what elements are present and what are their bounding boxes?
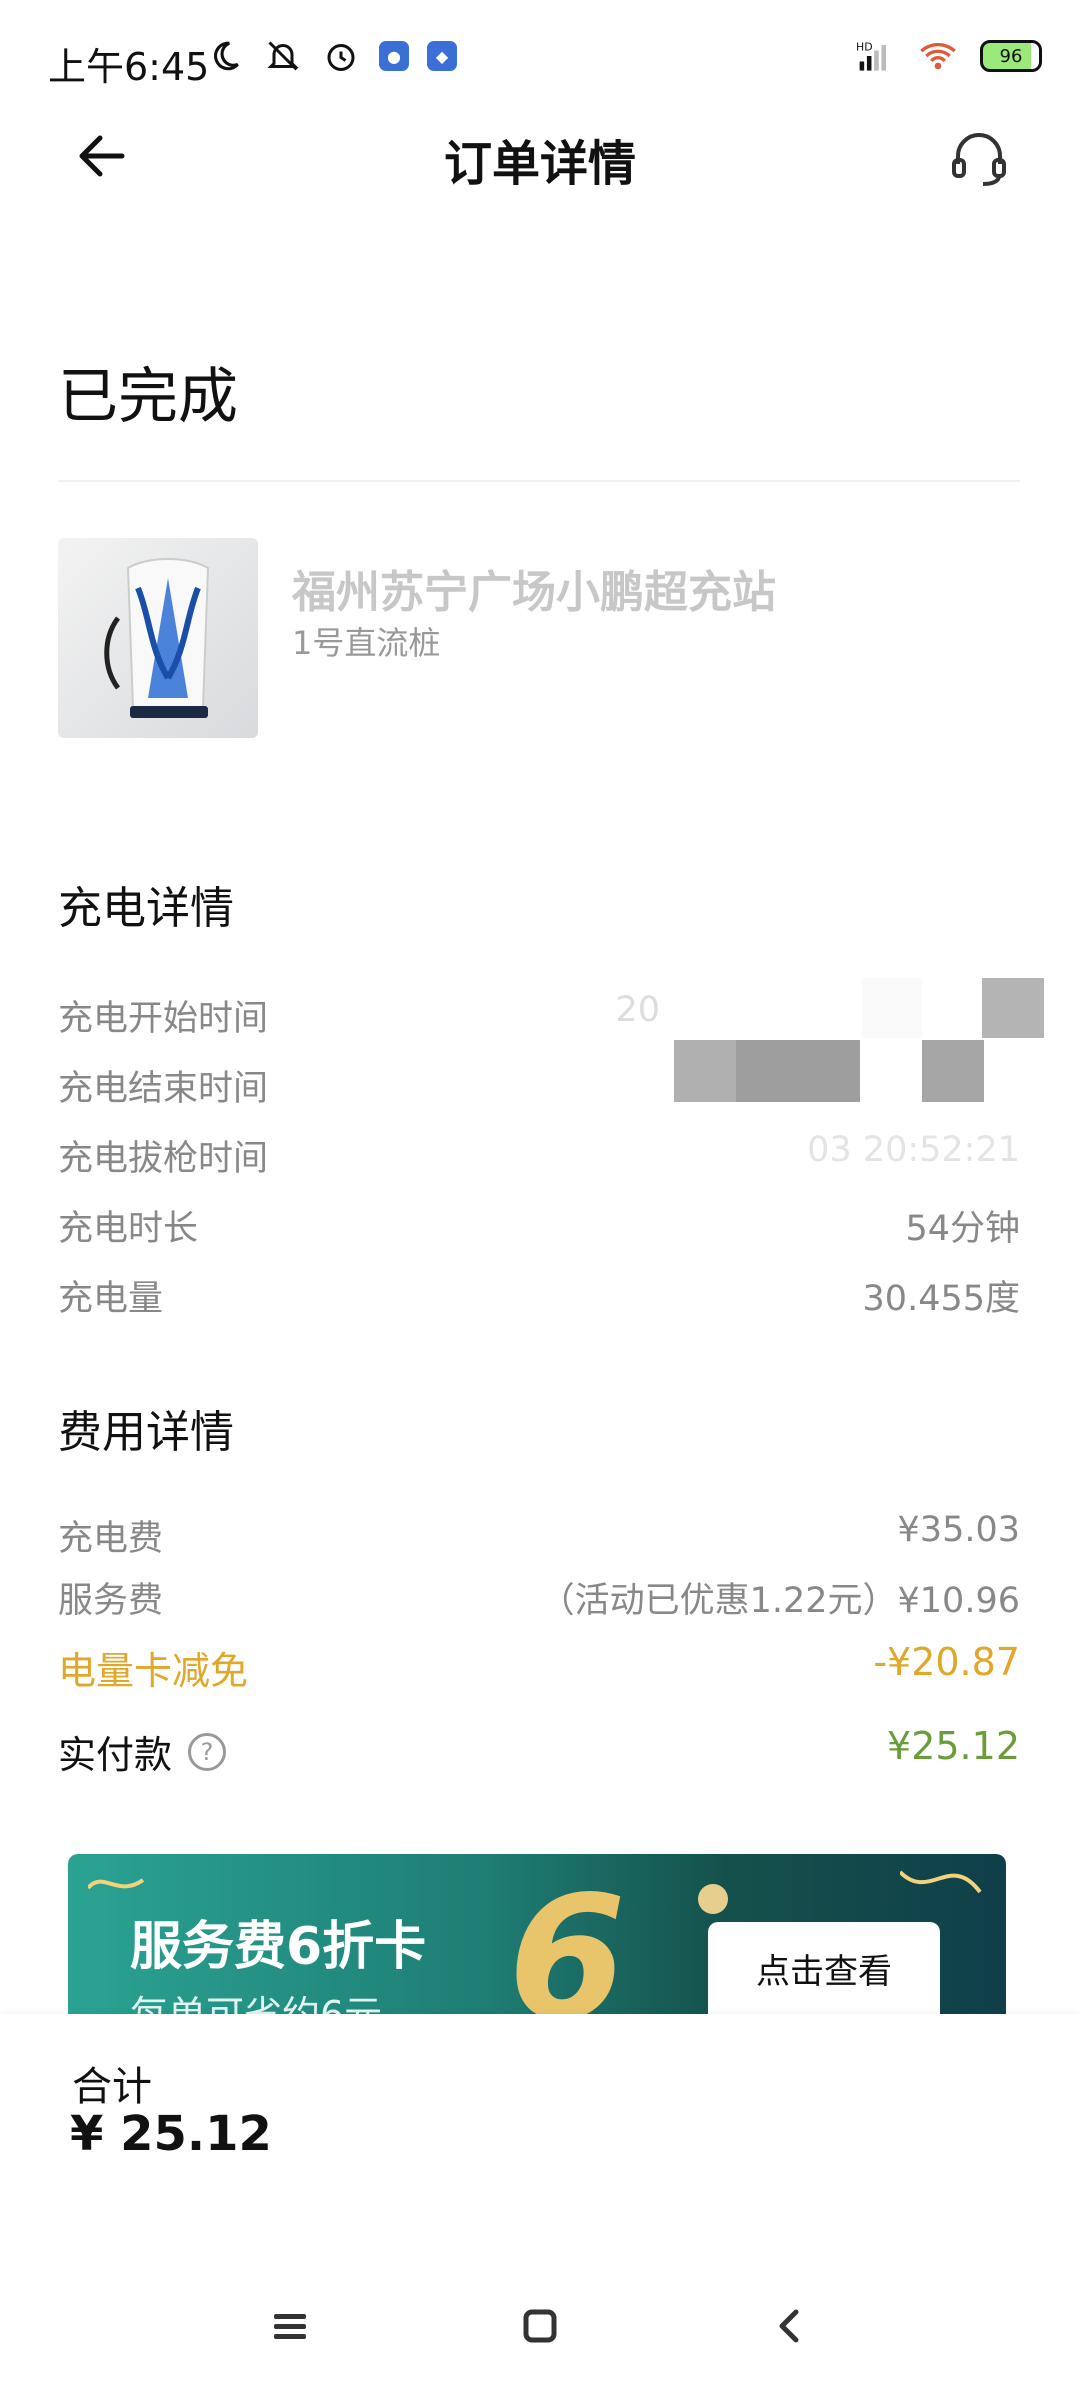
banner-title: 服务费6折卡 (130, 1917, 427, 1977)
charger-image (58, 538, 258, 738)
start-time-label: 充电开始时间 (58, 999, 269, 1039)
total-value: ¥ 25.12 (70, 2106, 272, 2162)
redaction-block (922, 1040, 984, 1102)
charge-fee-label: 充电费 (58, 1519, 164, 1559)
battery-icon: 96 (980, 40, 1042, 72)
status-left-icons: ● ◆ (205, 36, 457, 76)
unplug-time-value: 03 20:52:21 (807, 1130, 1020, 1170)
charging-details-title: 充电详情 (58, 883, 234, 934)
redaction-block (674, 1040, 736, 1102)
duration-label: 充电时长 (58, 1209, 199, 1249)
total-label: 合计 (72, 2064, 152, 2110)
mute-icon (263, 36, 303, 76)
banner-subtitle: 每单可省约6元 (130, 1984, 382, 2014)
redaction-block (736, 1040, 860, 1102)
signal-icon: HD (856, 36, 896, 76)
end-time-label: 充电结束时间 (58, 1069, 269, 1109)
redaction-block (982, 978, 1044, 1038)
energy-label: 充电量 (58, 1279, 164, 1319)
back-icon[interactable] (760, 2296, 820, 2356)
divider (58, 480, 1020, 482)
help-icon[interactable]: ? (188, 1732, 227, 1771)
station-name: 福州苏宁广场小鹏超充站 (292, 567, 776, 618)
service-fee-value: （活动已优惠1.22元）¥10.96 (539, 1581, 1020, 1621)
view-details-button[interactable]: 点击查看 (708, 1922, 940, 2014)
menu-icon[interactable] (260, 2296, 320, 2356)
paid-label-group: 实付款 ? (58, 1724, 227, 1779)
pile-name: 1号直流桩 (292, 624, 441, 662)
svg-text:HD: HD (856, 41, 873, 54)
start-time-value: 20 (615, 990, 660, 1030)
unplug-time-label: 充电拔枪时间 (58, 1139, 269, 1179)
discount-label: 电量卡减免 (58, 1649, 249, 1693)
ribbon-decoration (898, 1862, 990, 1912)
banner-big-number: 6 (508, 1860, 627, 2014)
home-icon[interactable] (510, 2296, 570, 2356)
charge-fee-value: ¥35.03 (897, 1510, 1020, 1550)
coin-decoration (698, 1884, 728, 1914)
paid-value: ¥25.12 (887, 1724, 1020, 1768)
order-status: 已完成 (58, 362, 238, 432)
status-time: 上午6:45 (48, 45, 210, 89)
status-right-icons: HD 96 (856, 36, 1042, 76)
moon-icon (205, 36, 245, 76)
energy-value: 30.455度 (862, 1279, 1020, 1319)
status-bar: 上午6:45 ● ◆ HD 96 (0, 0, 1080, 110)
headset-icon[interactable] (946, 126, 1012, 192)
paid-label: 实付款 (58, 1733, 173, 1777)
duration-value: 54分钟 (905, 1209, 1020, 1249)
confetti-decoration (86, 1868, 148, 1898)
app-notification-icon: ● (379, 41, 409, 71)
discount-value: -¥20.87 (873, 1640, 1020, 1684)
redaction-block (862, 978, 922, 1038)
shield-notification-icon: ◆ (427, 41, 457, 71)
promo-banner[interactable]: 服务费6折卡 每单可省约6元 6 点击查看 (68, 1854, 1006, 2014)
page-title: 订单详情 (443, 136, 636, 192)
wifi-icon (918, 36, 958, 76)
alarm-icon (321, 36, 361, 76)
service-fee-label: 服务费 (58, 1581, 164, 1621)
fee-details-title: 费用详情 (58, 1407, 234, 1458)
